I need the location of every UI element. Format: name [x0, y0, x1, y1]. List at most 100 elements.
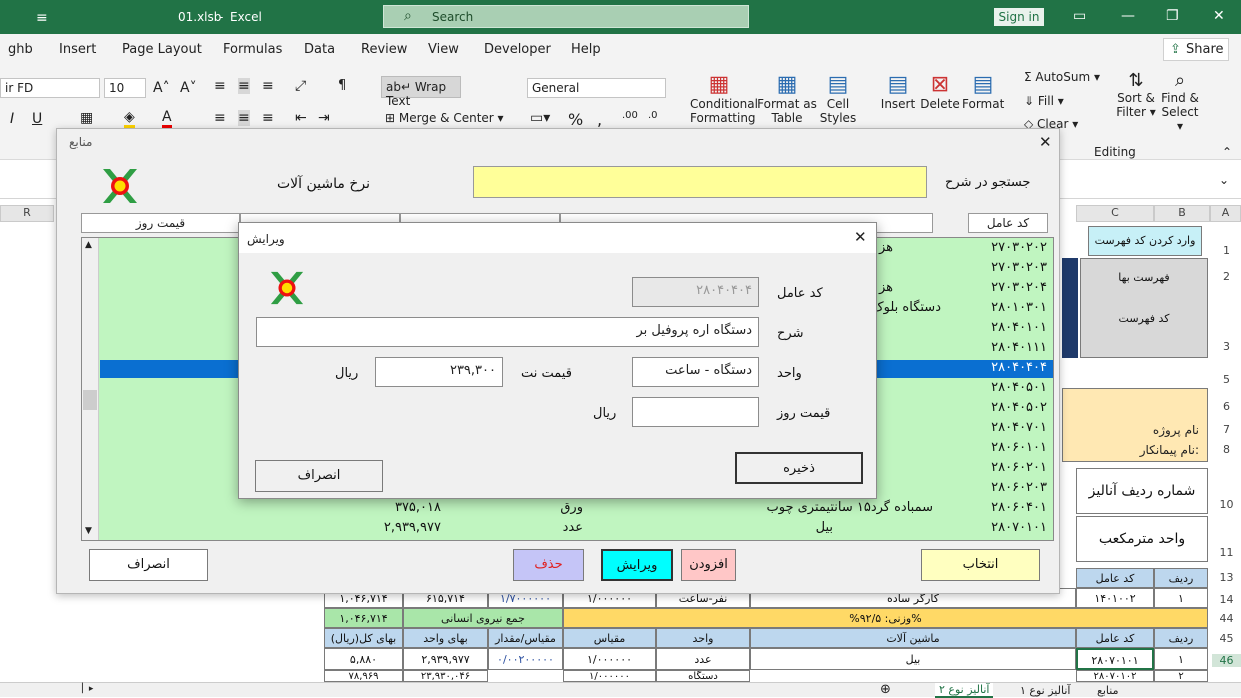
column-header-b[interactable]: B: [1154, 205, 1210, 222]
minimize-icon[interactable]: —: [1121, 8, 1135, 24]
list-scrollbar[interactable]: ▲ ▼: [82, 238, 99, 540]
tab-help[interactable]: Help: [571, 42, 601, 57]
number-format-select[interactable]: General: [527, 78, 666, 98]
collapse-ribbon-icon[interactable]: ⌃: [1222, 145, 1232, 159]
description-search-input[interactable]: [473, 166, 927, 198]
day-price-field[interactable]: [632, 397, 759, 427]
cell-styles-button[interactable]: ▤ Cell Styles: [816, 72, 860, 125]
restore-icon[interactable]: ❐: [1166, 8, 1179, 24]
tab-insert[interactable]: Insert: [59, 42, 96, 57]
tab-view[interactable]: View: [428, 42, 459, 57]
tab-developer[interactable]: Developer: [484, 42, 551, 57]
align-center-icon[interactable]: ≡: [238, 110, 250, 126]
fill-color-icon[interactable]: ◈: [124, 109, 135, 128]
wrap-text-button[interactable]: ab↵ Wrap Text: [381, 76, 461, 108]
add-sheet-icon[interactable]: ⊕: [880, 682, 891, 697]
add-button[interactable]: افزودن: [681, 549, 736, 581]
row-number[interactable]: 11: [1212, 546, 1241, 559]
row-number[interactable]: 2: [1212, 270, 1241, 283]
row-number-selected[interactable]: 46: [1212, 654, 1241, 667]
expand-formula-icon[interactable]: ⌄: [1219, 173, 1229, 187]
search-box[interactable]: ⌕ Search: [383, 5, 749, 28]
enter-list-code-button[interactable]: وارد کردن کد فهرست: [1088, 226, 1202, 256]
autosum-button[interactable]: Σ AutoSum ▾: [1024, 70, 1100, 84]
scroll-tabs-icon[interactable]: ▏▸: [82, 684, 93, 694]
row-number[interactable]: 5: [1212, 373, 1241, 386]
tab-page-layout[interactable]: Page Layout: [122, 42, 202, 57]
save-button[interactable]: ذخیره: [735, 452, 863, 484]
merge-center-button[interactable]: ⊞ Merge & Center ▾: [385, 111, 504, 125]
font-size-select[interactable]: 10: [104, 78, 146, 98]
row-number[interactable]: 6: [1212, 400, 1241, 413]
accounting-icon[interactable]: ▭▾: [530, 110, 550, 126]
tab-formulas[interactable]: Formulas: [223, 42, 282, 57]
align-middle-icon[interactable]: ≡: [238, 78, 250, 94]
row-number[interactable]: 7: [1212, 423, 1241, 436]
sign-in-button[interactable]: Sign in: [994, 8, 1044, 26]
underline-icon[interactable]: U: [32, 111, 42, 127]
edit-dialog-close-icon[interactable]: ✕: [854, 228, 867, 246]
increase-indent-icon[interactable]: ⇥: [318, 110, 330, 126]
fill-button[interactable]: ⇓ Fill ▾: [1024, 94, 1064, 108]
insert-cells-button[interactable]: ▤ Insert: [878, 72, 918, 111]
scroll-down-icon[interactable]: ▼: [85, 526, 92, 536]
row-number[interactable]: 3: [1212, 340, 1241, 353]
find-select-button[interactable]: ⌕ Find & Select ▾: [1158, 70, 1202, 133]
dialog-close-icon[interactable]: ✕: [1039, 133, 1052, 151]
ribbon-display-icon[interactable]: ▭: [1073, 8, 1086, 24]
font-name-select[interactable]: ir FD: [0, 78, 100, 98]
increase-decimal-icon[interactable]: .00: [622, 110, 638, 121]
row-number[interactable]: 8: [1212, 443, 1241, 456]
italic-icon[interactable]: I: [10, 111, 14, 127]
align-top-icon[interactable]: ≡: [214, 78, 226, 94]
unit-field[interactable]: دستگاه - ساعت: [632, 357, 759, 387]
conditional-formatting-button[interactable]: ▦ Conditional Formatting: [690, 72, 758, 125]
shrink-font-icon[interactable]: A˅: [180, 80, 197, 96]
sort-filter-button[interactable]: ⇅ Sort & Filter ▾: [1114, 70, 1158, 119]
tab-ghb[interactable]: ghb: [8, 42, 33, 57]
select-button[interactable]: انتخاب: [921, 549, 1040, 581]
column-header-r[interactable]: R: [0, 205, 54, 222]
edit-button[interactable]: ویرایش: [601, 549, 673, 581]
description-field[interactable]: دستگاه اره پروفیل بر: [256, 317, 759, 347]
delete-cells-button[interactable]: ⊠ Delete: [920, 72, 960, 111]
decrease-decimal-icon[interactable]: .0: [648, 110, 658, 121]
tab-data[interactable]: Data: [304, 42, 335, 57]
sheet-tab-analysis-1[interactable]: آنالیز نوع ۱: [1020, 684, 1070, 697]
comma-icon[interactable]: ,: [597, 110, 602, 129]
delete-button[interactable]: حذف: [513, 549, 584, 581]
net-price-field[interactable]: ۲۳۹,۳۰۰: [375, 357, 503, 387]
scroll-up-icon[interactable]: ▲: [85, 240, 92, 250]
edit-cancel-button[interactable]: انصراف: [255, 460, 383, 492]
orientation-icon[interactable]: ⤢: [295, 78, 306, 94]
customize-qat-icon[interactable]: ≡: [36, 10, 48, 26]
borders-icon[interactable]: ▦: [80, 110, 93, 126]
font-color-icon[interactable]: A: [162, 109, 172, 128]
grow-font-icon[interactable]: A˄: [153, 80, 170, 96]
percent-icon[interactable]: %: [568, 110, 583, 129]
sheet-tab-resources[interactable]: منابع: [1097, 684, 1118, 697]
sheet-tab-analysis-2[interactable]: آنالیز نوع ۲: [935, 683, 994, 698]
align-right-icon[interactable]: ≡: [262, 110, 274, 126]
decrease-indent-icon[interactable]: ⇤: [295, 110, 307, 126]
align-bottom-icon[interactable]: ≡: [262, 78, 274, 94]
tab-review[interactable]: Review: [361, 42, 407, 57]
row-number[interactable]: 44: [1212, 612, 1241, 625]
rtl-icon[interactable]: ¶: [338, 78, 346, 93]
row-number[interactable]: 14: [1212, 593, 1241, 606]
row-number[interactable]: 1: [1212, 244, 1241, 257]
row-number[interactable]: 13: [1212, 571, 1241, 584]
code-field[interactable]: ۲۸۰۴۰۴۰۴: [632, 277, 759, 307]
scroll-thumb[interactable]: [83, 390, 97, 410]
align-left-icon[interactable]: ≡: [214, 110, 226, 126]
format-cells-button[interactable]: ▤ Format: [962, 72, 1004, 111]
close-window-icon[interactable]: ✕: [1213, 8, 1225, 24]
cancel-button[interactable]: انصراف: [89, 549, 208, 581]
r46-code-selected[interactable]: ۲۸۰۷۰۱۰۱: [1076, 648, 1154, 670]
row-number[interactable]: 45: [1212, 632, 1241, 645]
column-header-a[interactable]: A: [1210, 205, 1241, 222]
row-number[interactable]: 10: [1212, 498, 1241, 511]
share-button[interactable]: ⇪ Share: [1163, 38, 1229, 61]
column-header-c[interactable]: C: [1076, 205, 1154, 222]
format-as-table-button[interactable]: ▦ Format as Table: [757, 72, 817, 125]
